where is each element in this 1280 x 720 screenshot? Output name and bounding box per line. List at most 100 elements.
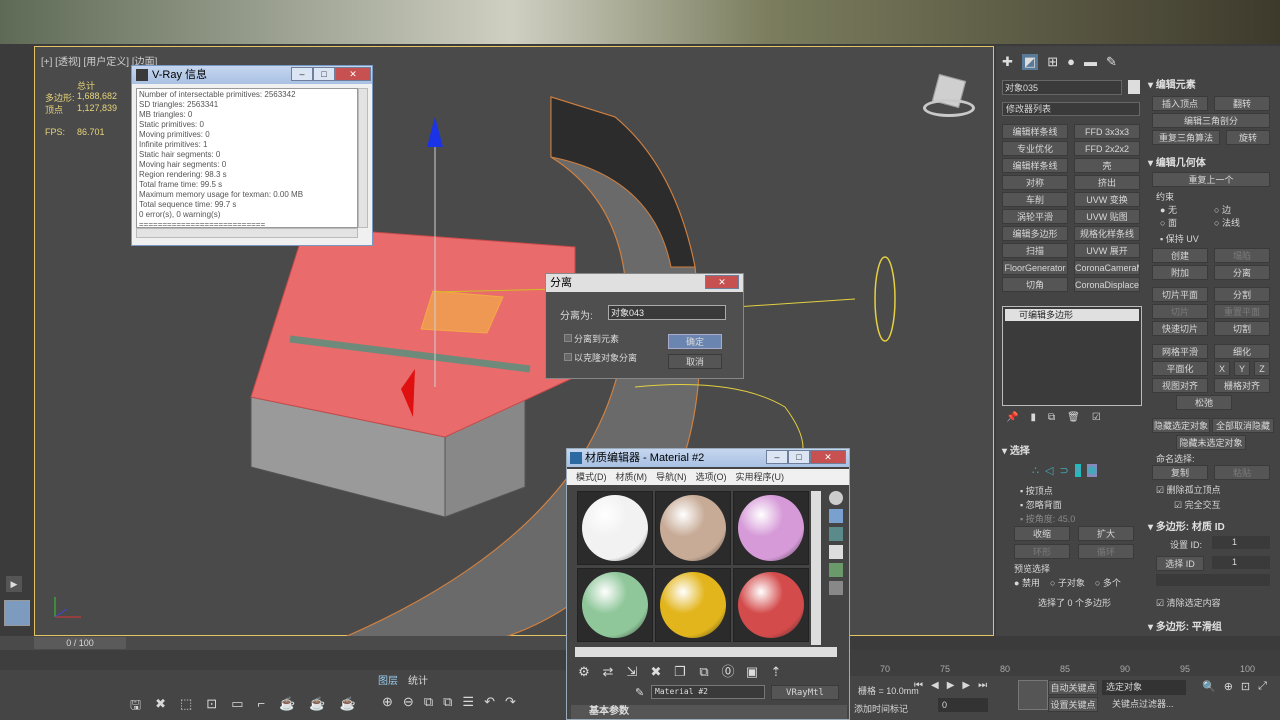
remove-layer-icon[interactable]: ⊖ [403,694,414,710]
timeline-track[interactable] [0,650,566,670]
material-slot-3[interactable] [733,491,809,565]
copy-material-icon[interactable]: ❐ [671,663,689,681]
modifier-button[interactable]: UVW 变换 [1074,192,1140,207]
material-name-field[interactable]: Material #2 [651,685,765,699]
modifier-button[interactable]: UVW 展开 [1074,243,1140,258]
horizontal-scrollbar[interactable] [136,228,358,238]
edge-mode-icon[interactable]: ◁ [1045,464,1053,477]
add-time-tag[interactable]: 添加时间标记 [854,702,908,715]
shrink-button[interactable]: 收缩 [1014,526,1070,541]
maximize-button[interactable]: □ [788,450,810,464]
modifier-button[interactable]: 涡轮平滑 [1002,209,1068,224]
minimize-button[interactable]: – [766,450,788,464]
clear-selection-checkbox[interactable]: ☑ 清除选定内容 [1156,596,1221,609]
create-button[interactable]: 创建 [1152,248,1208,263]
detach-to-element-checkbox[interactable] [564,334,572,342]
detach-button[interactable]: 分离 [1214,265,1270,280]
by-vertex-checkbox[interactable]: ▪ 按顶点 [1020,484,1053,497]
minimize-button[interactable]: – [291,67,313,81]
full-interactivity-checkbox[interactable]: ☑ 完全交互 [1174,498,1221,511]
hide-selected-button[interactable]: 隐藏选定对象 [1152,418,1210,433]
material-id-icon[interactable]: ⓪ [719,663,737,681]
assign-material-icon[interactable]: ⇲ [623,663,641,681]
planarize-x-button[interactable]: X [1214,361,1230,376]
planarize-z-button[interactable]: Z [1254,361,1270,376]
detach-title-bar[interactable]: 分离 ✕ [546,274,743,292]
teapot-ghost-icon[interactable]: ☕ [309,696,325,718]
edit-triangulation-button[interactable]: 编辑三角剖分 [1152,113,1270,128]
select-id-spinner[interactable]: 1 [1212,556,1270,569]
view-align-button[interactable]: 视图对齐 [1152,378,1208,393]
time-slider[interactable]: 0 / 100 [0,636,566,650]
copy-button[interactable]: 复制 [1152,465,1208,480]
detach-dialog[interactable]: 分离 ✕ 分离为: 分离到元素 以克隆对象分离 确定 取消 [545,273,744,379]
constraint-edge-radio[interactable]: ○ 边 [1214,203,1231,216]
teapot-icon[interactable]: ☕ [279,696,295,718]
preview-off-radio[interactable]: ● 禁用 [1014,576,1040,589]
element-mode-icon[interactable]: ⬢ [1087,464,1097,477]
viewport-layout-icon[interactable] [4,600,30,626]
edit-elements-title[interactable]: ▾ 编辑元素 [1148,76,1280,91]
configure-sets-icon[interactable]: ☑ [1092,412,1101,423]
by-angle-checkbox[interactable]: ▪ 按角度: 45.0 [1020,512,1075,525]
material-slot-6[interactable] [733,568,809,642]
flip-button[interactable]: 翻转 [1214,96,1270,111]
undo-icon[interactable]: ↶ [484,694,495,710]
statistics-tab[interactable]: 统计 [408,672,428,687]
modifier-button[interactable]: 编辑样条线 [1002,158,1068,173]
grid-align-button[interactable]: 栅格对齐 [1214,378,1270,393]
turn-button[interactable]: 旋转 [1226,130,1270,145]
retriangulate-button[interactable]: 重复三角算法 [1152,130,1220,145]
maximize-viewport-icon[interactable]: ⤢ [1258,680,1267,693]
zoom-extents-icon[interactable]: ⊡ [1241,680,1250,693]
quickslice-button[interactable]: 快速切片 [1152,321,1208,336]
play-icon[interactable]: ▶ [947,680,955,691]
reset-plane-button[interactable]: 重置平面 [1214,304,1270,319]
stack-item-editable-poly[interactable]: 可编辑多边形 [1005,309,1139,321]
percent-snap-icon[interactable]: ⊡ [206,696,217,718]
modifier-button[interactable]: FloorGenerator [1002,260,1068,275]
zoom-icon[interactable]: 🔍 [1202,680,1216,693]
create-tab-icon[interactable]: ✚ [1002,54,1013,70]
relax-button[interactable]: 松弛 [1176,395,1232,410]
modify-tab-icon[interactable]: ◩ [1021,54,1039,70]
attach-button[interactable]: 附加 [1152,265,1208,280]
list-icon[interactable]: ☰ [462,694,474,710]
modifier-button[interactable]: 专业优化 [1002,141,1068,156]
slice-plane-button[interactable]: 切片平面 [1152,287,1208,302]
maximize-button[interactable]: □ [313,67,335,81]
add-layer-icon[interactable]: ⊕ [382,694,393,710]
go-parent-icon[interactable]: ⇡ [767,663,785,681]
key-mode-dropdown[interactable]: 选定对象 [1102,680,1186,695]
modifier-stack[interactable]: 可编辑多边形 [1002,306,1142,406]
close-button[interactable]: ✕ [705,275,739,289]
frame-field[interactable]: 0 [938,698,988,712]
basic-params-rollout[interactable]: 基本参数 [571,705,847,719]
display-icon[interactable]: ▭ [231,696,243,718]
slots-scrollbar[interactable] [811,491,821,645]
add-to-layer-icon[interactable]: ⧉ [424,694,433,710]
slice-button[interactable]: 切片 [1152,304,1208,319]
set-key-button[interactable]: 设置关键点 [1048,697,1098,712]
menu-mode[interactable]: 模式(D) [576,469,607,485]
planarize-y-button[interactable]: Y [1234,361,1250,376]
menu-options[interactable]: 选项(O) [696,469,727,485]
pin-stack-icon[interactable]: 📌 [1006,412,1018,423]
constraint-face-radio[interactable]: ○ 面 [1160,216,1177,229]
modifier-button[interactable]: 编辑样条线 [1002,124,1068,139]
video-check-icon[interactable] [829,563,843,577]
reset-map-icon[interactable]: ✖ [647,663,665,681]
tessellate-button[interactable]: 细化 [1214,344,1270,359]
modifier-button[interactable]: UVW 贴图 [1074,209,1140,224]
vertex-mode-icon[interactable]: ∴ [1032,464,1039,477]
modifier-button[interactable]: 挤出 [1074,175,1140,190]
material-slot-1[interactable] [577,491,653,565]
save-icon[interactable]: 🖫 [130,696,141,718]
ok-button[interactable]: 确定 [668,334,722,349]
remove-modifier-icon[interactable]: 🗑 [1067,412,1080,423]
collapse-button[interactable]: 塌陷 [1214,248,1270,263]
poly-smooth-title[interactable]: ▾ 多边形: 平滑组 [1148,618,1222,633]
show-end-result-icon[interactable]: ▮ [1030,412,1036,423]
detach-name-input[interactable] [608,305,726,320]
ignore-backfacing-checkbox[interactable]: ▪ 忽略背面 [1020,498,1062,511]
